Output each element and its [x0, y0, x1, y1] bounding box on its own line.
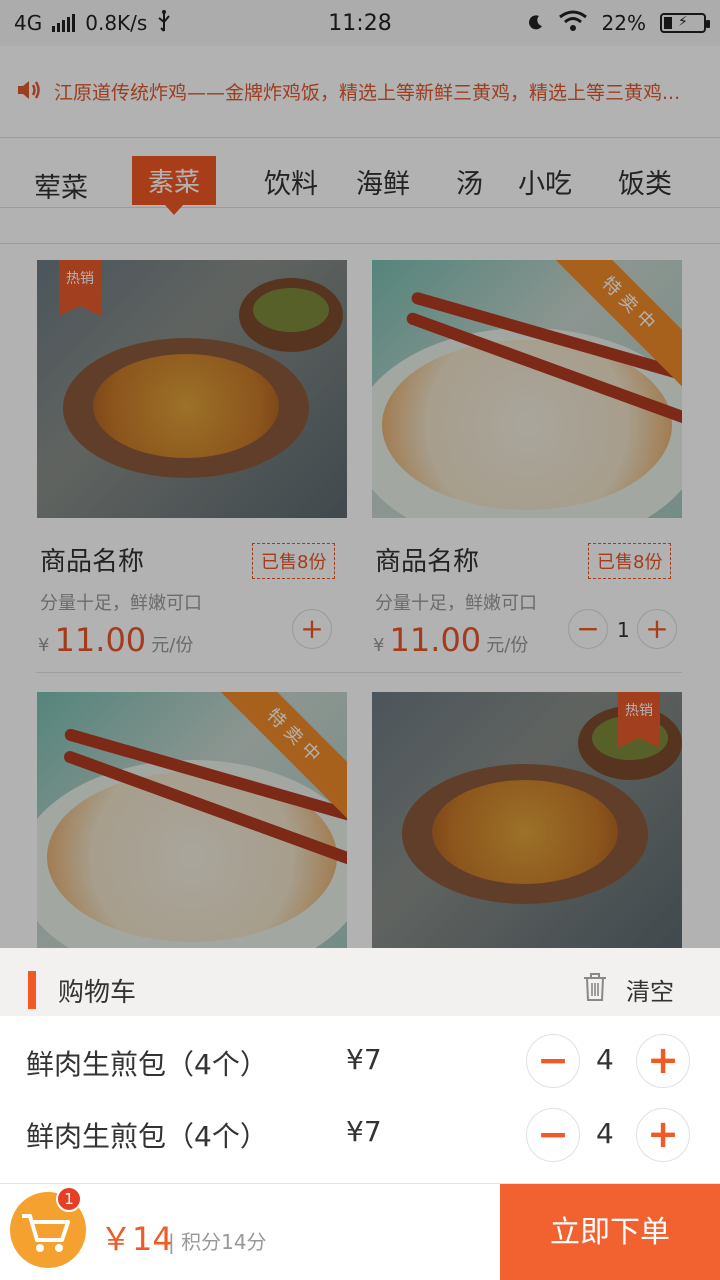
place-order-button[interactable]: 立即下单	[500, 1184, 720, 1280]
clear-cart-button[interactable]: 清空	[626, 972, 674, 1007]
dim-overlay[interactable]	[0, 0, 720, 948]
points-label: | 积分14分	[168, 1230, 267, 1254]
cart-count-badge: 1	[56, 1186, 82, 1212]
cart-header: 购物车 清空	[0, 948, 720, 1016]
cart-item-price: ¥7	[346, 1115, 382, 1148]
cart-total: ￥14	[100, 1220, 173, 1258]
decrease-button[interactable]: −	[526, 1034, 580, 1088]
increase-button[interactable]: +	[636, 1034, 690, 1088]
cart-title: 购物车	[58, 978, 137, 1008]
cart-item-name: 鲜肉生煎包（4个）	[26, 1048, 268, 1081]
trash-icon[interactable]	[582, 972, 608, 1002]
increase-button[interactable]: +	[636, 1108, 690, 1162]
bottom-bar: 1 ￥14 | 积分14分 立即下单	[0, 1183, 720, 1280]
cart-item-name: 鲜肉生煎包（4个）	[26, 1120, 268, 1153]
cart-item-quantity: 4	[596, 1117, 614, 1150]
cart-item-price: ¥7	[346, 1043, 382, 1076]
decrease-button[interactable]: −	[526, 1108, 580, 1162]
cart-item-quantity: 4	[596, 1043, 614, 1076]
accent-bar	[28, 971, 36, 1009]
shopping-cart-icon	[10, 1214, 86, 1272]
